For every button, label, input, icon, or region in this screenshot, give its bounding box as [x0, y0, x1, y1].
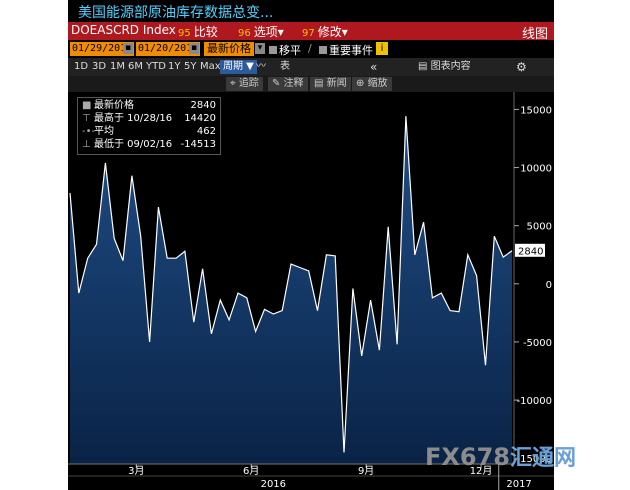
year-label: 2016: [261, 479, 286, 490]
period-select[interactable]: 周期 ▼: [220, 60, 257, 74]
y-tick-label: 5000: [527, 222, 552, 233]
slash-divider: /: [308, 42, 312, 55]
checkbox-icon: [319, 46, 327, 54]
y-tick-label: -5000: [523, 338, 552, 349]
legend-row-high: ⊤ 最高于 10/28/16 14420: [82, 113, 216, 124]
moving-average-toggle[interactable]: 移平: [269, 42, 301, 58]
chart-content-button[interactable]: ▤ 图表内容: [418, 60, 471, 74]
zoom-1d[interactable]: 1D: [74, 60, 88, 74]
zoom-button[interactable]: ⊕ 缩放: [352, 77, 392, 91]
chevron-down-icon: ▾: [341, 25, 348, 39]
annotation-toolbar: ⌖ 追踪 ✎ 注释 ▤ 新闻 ⊕ 缩放: [68, 76, 554, 92]
zoom-ytd[interactable]: YTD: [146, 60, 166, 74]
y-tick-label: 10000: [520, 164, 552, 175]
checkbox-icon: [269, 46, 277, 54]
ticker-label[interactable]: DOEASCRD Index: [71, 23, 176, 37]
x-tick-label: 9月: [358, 465, 374, 477]
annotate-button[interactable]: ✎ 注释: [268, 77, 308, 91]
compare-button[interactable]: 95 比较: [178, 23, 218, 40]
x-tick-label: 6月: [243, 465, 259, 477]
legend-box: ■ 最新价格 2840 ⊤ 最高于 10/28/16 14420 -•-平均 462 ⊥ 最…: [77, 97, 221, 155]
gear-icon[interactable]: ⚙: [516, 60, 527, 74]
title-bar: 美国能源部原油库存数据总变...: [68, 0, 554, 22]
legend-row-average: -•-平均 462: [82, 126, 216, 137]
average-marker-icon: -•-: [82, 126, 96, 137]
calendar-icon[interactable]: ▪: [123, 43, 133, 54]
y-tick-label: 0: [546, 280, 552, 291]
date-bar: 01/29/2016 ▪ 01/20/2017 ▪ 最新价格 ▾ 移平 / 重要…: [68, 40, 554, 58]
command-bar: DOEASCRD Index 95 比较 96 选项▾ 97 修改▾ 线图: [68, 22, 554, 42]
window-title: 美国能源部原油库存数据总变...: [78, 5, 274, 21]
zoom-5y[interactable]: 5Y: [184, 60, 196, 74]
zoom-max[interactable]: Max: [200, 60, 221, 74]
collapse-icon[interactable]: «: [370, 60, 377, 74]
price-type-select[interactable]: 最新价格: [204, 42, 254, 56]
zoom-toolbar: 1D 3D 1M 6M YTD 1Y 5Y Max 周期 ▼ 〰 表 « ▤ 图…: [68, 58, 554, 76]
table-button[interactable]: 表: [280, 60, 290, 74]
calendar-icon[interactable]: ▪: [189, 43, 199, 54]
low-marker-icon: ⊥: [82, 139, 91, 150]
area-fill: [70, 116, 512, 464]
zoom-3d[interactable]: 3D: [92, 60, 106, 74]
dropdown-icon[interactable]: ▾: [255, 43, 265, 54]
watermark-logo: FX678汇通网: [425, 443, 577, 471]
track-button[interactable]: ⌖ 追踪: [226, 77, 263, 91]
news-button[interactable]: ▤ 新闻: [310, 77, 351, 91]
year-label: 2017: [506, 479, 531, 490]
chevron-down-icon: ▾: [277, 25, 284, 39]
x-tick-label: 3月: [128, 465, 144, 477]
last-value-label: 2840: [518, 246, 543, 257]
line-chart-icon[interactable]: 〰: [256, 60, 266, 74]
zoom-6m[interactable]: 6M: [128, 60, 143, 74]
y-tick-label: 15000: [520, 105, 552, 116]
options-button[interactable]: 96 选项▾: [238, 23, 284, 40]
events-toggle[interactable]: 重要事件: [319, 42, 373, 58]
modify-button[interactable]: 97 修改▾: [302, 23, 348, 40]
chart-terminal: 美国能源部原油库存数据总变... DOEASCRD Index 95 比较 96 选…: [68, 0, 554, 490]
y-tick-label: -10000: [517, 396, 552, 407]
square-icon: ■: [82, 100, 92, 111]
info-icon[interactable]: i: [376, 42, 388, 55]
legend-row-low: ⊥ 最低于 09/02/16 -14513: [82, 139, 216, 150]
legend-row-last: ■ 最新价格 2840: [82, 100, 216, 111]
zoom-1m[interactable]: 1M: [110, 60, 125, 74]
high-marker-icon: ⊤: [82, 113, 91, 124]
zoom-1y[interactable]: 1Y: [168, 60, 180, 74]
